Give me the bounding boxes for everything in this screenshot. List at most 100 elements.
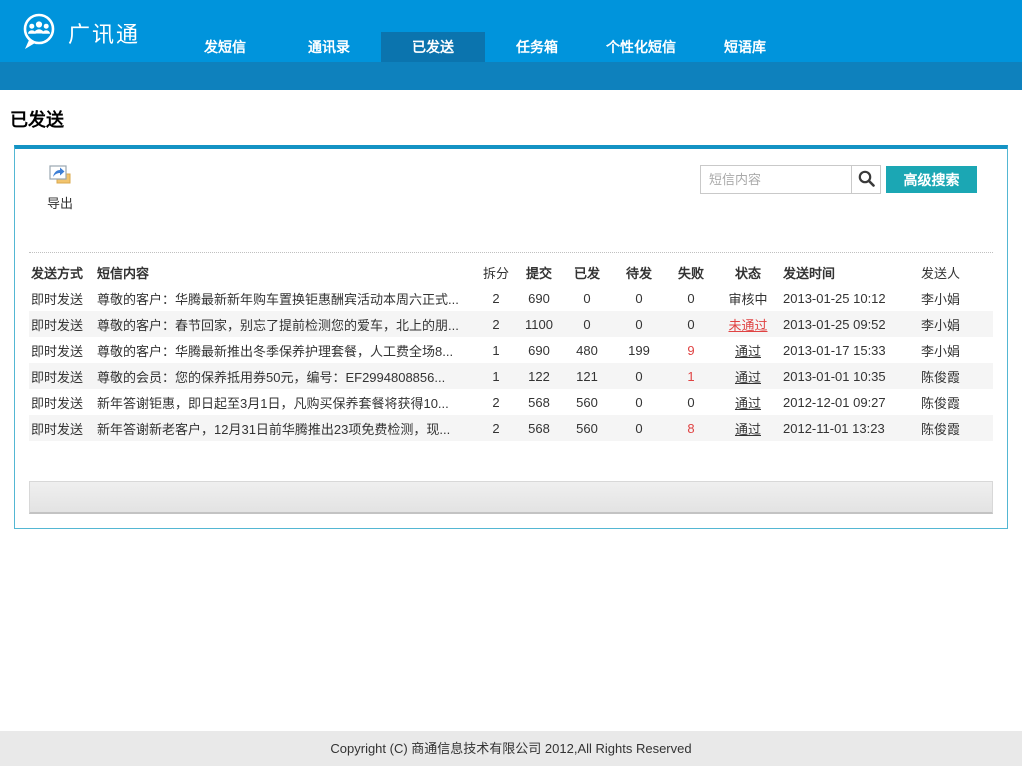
nav-tab-phrase-library[interactable]: 短语库 <box>693 32 797 62</box>
cell-sent: 0 <box>561 311 613 337</box>
column-header-submitted: 提交 <box>517 259 561 285</box>
search-input[interactable] <box>700 165 852 194</box>
cell-failed: 0 <box>665 285 717 311</box>
status-link[interactable]: 通过 <box>717 363 779 389</box>
cell-split: 2 <box>475 311 517 337</box>
status-link[interactable]: 通过 <box>717 337 779 363</box>
cell-content: 新年答谢新老客户，12月31日前华腾推出23项免费检测，现... <box>97 415 475 441</box>
cell-sender: 李小娟 <box>917 285 993 311</box>
nav-tab-send-sms[interactable]: 发短信 <box>173 32 277 62</box>
column-header-sender: 发送人 <box>917 259 993 285</box>
column-header-sent: 已发 <box>561 259 613 285</box>
cell-mode: 即时发送 <box>29 337 97 363</box>
cell-split: 2 <box>475 415 517 441</box>
cell-sender: 李小娟 <box>917 337 993 363</box>
nav-tab-sent[interactable]: 已发送 <box>381 32 485 62</box>
sent-list-panel: 导出 高级搜索 发送方式短信内容拆分提交已发待发失败状态发送时间发送人 即时发送… <box>14 145 1008 529</box>
toolbar: 导出 高级搜索 <box>15 149 1007 237</box>
cell-mode: 即时发送 <box>29 311 97 337</box>
cell-submitted: 568 <box>517 415 561 441</box>
cell-pending: 0 <box>613 311 665 337</box>
toolbar-table-divider <box>29 252 993 253</box>
cell-mode: 即时发送 <box>29 389 97 415</box>
page-title: 已发送 <box>10 106 1022 132</box>
search-cluster: 高级搜索 <box>700 165 977 194</box>
cell-sent: 560 <box>561 389 613 415</box>
cell-failed: 0 <box>665 389 717 415</box>
cell-split: 1 <box>475 337 517 363</box>
copyright-text: Copyright (C) 商通信息技术有限公司 2012,All Rights… <box>330 741 691 756</box>
footer: Copyright (C) 商通信息技术有限公司 2012,All Rights… <box>0 731 1022 766</box>
status-link[interactable]: 通过 <box>717 389 779 415</box>
cell-sent: 0 <box>561 285 613 311</box>
export-label: 导出 <box>47 193 73 212</box>
cell-sender: 陈俊霞 <box>917 389 993 415</box>
column-header-pending: 待发 <box>613 259 665 285</box>
cell-submitted: 690 <box>517 337 561 363</box>
cell-sender: 陈俊霞 <box>917 415 993 441</box>
table-row: 即时发送新年答谢钜惠，即日起至3月1日，凡购买保养套餐将获得10...25685… <box>29 389 993 415</box>
table-row: 即时发送新年答谢新老客户，12月31日前华腾推出23项免费检测，现...2568… <box>29 415 993 441</box>
advanced-search-button[interactable]: 高级搜索 <box>886 166 977 193</box>
table-header-row: 发送方式短信内容拆分提交已发待发失败状态发送时间发送人 <box>29 259 993 285</box>
search-button[interactable] <box>851 165 881 194</box>
cell-split: 2 <box>475 389 517 415</box>
cell-pending: 0 <box>613 389 665 415</box>
cell-time: 2012-12-01 09:27 <box>779 389 917 415</box>
cell-submitted: 690 <box>517 285 561 311</box>
header-sub-bar <box>0 62 1022 90</box>
cell-content: 尊敬的客户：华腾最新推出冬季保养护理套餐，人工费全场8... <box>97 337 475 363</box>
column-header-mode: 发送方式 <box>29 259 97 285</box>
cell-submitted: 1100 <box>517 311 561 337</box>
cell-sender: 陈俊霞 <box>917 363 993 389</box>
cell-failed: 9 <box>665 337 717 363</box>
cell-sender: 李小娟 <box>917 311 993 337</box>
chat-bubble-people-icon <box>18 10 60 55</box>
nav-tabs: 发短信通讯录已发送任务箱个性化短信短语库 <box>173 32 797 62</box>
nav-tab-contacts[interactable]: 通讯录 <box>277 32 381 62</box>
brand-name: 广讯通 <box>68 17 140 49</box>
cell-pending: 0 <box>613 363 665 389</box>
cell-content: 尊敬的会员：您的保养抵用券50元，编号：EF2994808856... <box>97 363 475 389</box>
cell-time: 2013-01-25 09:52 <box>779 311 917 337</box>
cell-split: 1 <box>475 363 517 389</box>
cell-mode: 即时发送 <box>29 363 97 389</box>
cell-pending: 0 <box>613 415 665 441</box>
table-row: 即时发送尊敬的会员：您的保养抵用券50元，编号：EF2994808856...1… <box>29 363 993 389</box>
status-link: 审核中 <box>717 285 779 311</box>
nav-tab-task-box[interactable]: 任务箱 <box>485 32 589 62</box>
cell-content: 新年答谢钜惠，即日起至3月1日，凡购买保养套餐将获得10... <box>97 389 475 415</box>
export-icon <box>49 172 71 187</box>
cell-time: 2013-01-25 10:12 <box>779 285 917 311</box>
cell-sent: 560 <box>561 415 613 441</box>
brand-logo[interactable]: 广讯通 <box>18 10 140 55</box>
column-header-content: 短信内容 <box>97 259 475 285</box>
column-header-split: 拆分 <box>475 259 517 285</box>
pagination-bar <box>29 481 993 514</box>
column-header-time: 发送时间 <box>779 259 917 285</box>
status-link[interactable]: 未通过 <box>717 311 779 337</box>
table-row: 即时发送尊敬的客户：华腾最新推出冬季保养护理套餐，人工费全场8...169048… <box>29 337 993 363</box>
cell-submitted: 122 <box>517 363 561 389</box>
cell-time: 2013-01-17 15:33 <box>779 337 917 363</box>
table-body: 即时发送尊敬的客户：华腾最新新年购车置换钜惠酬宾活动本周六正式...269000… <box>29 285 993 441</box>
export-button[interactable]: 导出 <box>47 165 73 212</box>
cell-failed: 0 <box>665 311 717 337</box>
status-link[interactable]: 通过 <box>717 415 779 441</box>
cell-mode: 即时发送 <box>29 415 97 441</box>
cell-pending: 0 <box>613 285 665 311</box>
cell-content: 尊敬的客户：春节回家，别忘了提前检测您的爱车，北上的朋... <box>97 311 475 337</box>
cell-split: 2 <box>475 285 517 311</box>
top-header-bar: 广讯通 发短信通讯录已发送任务箱个性化短信短语库 <box>0 0 1022 62</box>
cell-time: 2012-11-01 13:23 <box>779 415 917 441</box>
nav-tab-personalized-sms[interactable]: 个性化短信 <box>589 32 693 62</box>
cell-failed: 8 <box>665 415 717 441</box>
cell-failed: 1 <box>665 363 717 389</box>
cell-mode: 即时发送 <box>29 285 97 311</box>
cell-pending: 199 <box>613 337 665 363</box>
table-row: 即时发送尊敬的客户：春节回家，别忘了提前检测您的爱车，北上的朋...211000… <box>29 311 993 337</box>
column-header-failed: 失败 <box>665 259 717 285</box>
search-icon <box>858 170 875 190</box>
cell-sent: 480 <box>561 337 613 363</box>
cell-content: 尊敬的客户：华腾最新新年购车置换钜惠酬宾活动本周六正式... <box>97 285 475 311</box>
